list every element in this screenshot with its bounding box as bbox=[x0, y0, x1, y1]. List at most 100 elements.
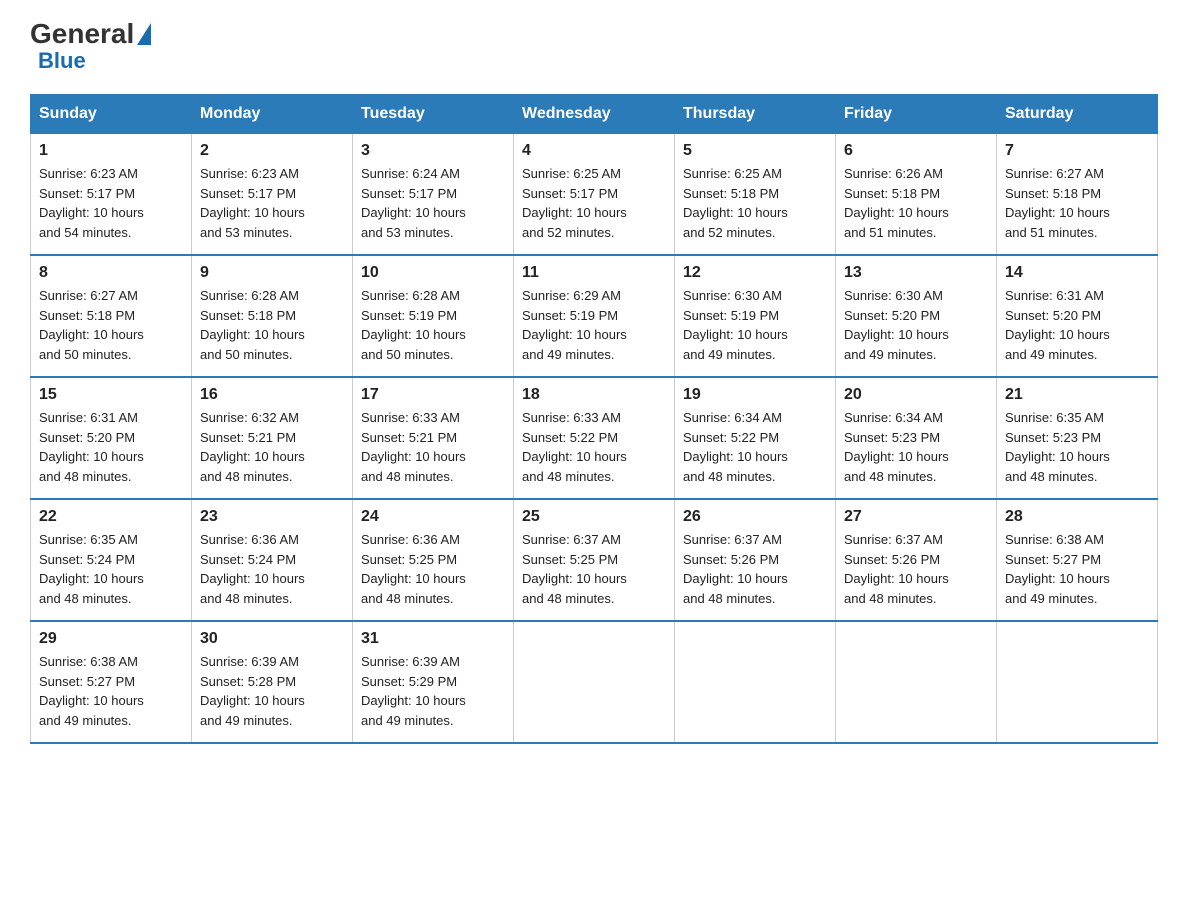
calendar-cell: 24 Sunrise: 6:36 AM Sunset: 5:25 PM Dayl… bbox=[353, 499, 514, 621]
calendar-cell: 16 Sunrise: 6:32 AM Sunset: 5:21 PM Dayl… bbox=[192, 377, 353, 499]
calendar-cell: 21 Sunrise: 6:35 AM Sunset: 5:23 PM Dayl… bbox=[997, 377, 1158, 499]
day-info: Sunrise: 6:25 AM Sunset: 5:18 PM Dayligh… bbox=[683, 164, 827, 242]
week-row-4: 22 Sunrise: 6:35 AM Sunset: 5:24 PM Dayl… bbox=[31, 499, 1158, 621]
day-info: Sunrise: 6:25 AM Sunset: 5:17 PM Dayligh… bbox=[522, 164, 666, 242]
calendar-cell bbox=[675, 621, 836, 743]
day-info: Sunrise: 6:33 AM Sunset: 5:21 PM Dayligh… bbox=[361, 408, 505, 486]
day-info: Sunrise: 6:35 AM Sunset: 5:23 PM Dayligh… bbox=[1005, 408, 1149, 486]
day-info: Sunrise: 6:23 AM Sunset: 5:17 PM Dayligh… bbox=[200, 164, 344, 242]
day-info: Sunrise: 6:31 AM Sunset: 5:20 PM Dayligh… bbox=[39, 408, 183, 486]
day-info: Sunrise: 6:29 AM Sunset: 5:19 PM Dayligh… bbox=[522, 286, 666, 364]
calendar-cell: 7 Sunrise: 6:27 AM Sunset: 5:18 PM Dayli… bbox=[997, 134, 1158, 256]
calendar-body: 1 Sunrise: 6:23 AM Sunset: 5:17 PM Dayli… bbox=[31, 134, 1158, 744]
calendar-cell: 6 Sunrise: 6:26 AM Sunset: 5:18 PM Dayli… bbox=[836, 134, 997, 256]
day-number: 17 bbox=[361, 386, 505, 404]
week-row-3: 15 Sunrise: 6:31 AM Sunset: 5:20 PM Dayl… bbox=[31, 377, 1158, 499]
day-info: Sunrise: 6:34 AM Sunset: 5:23 PM Dayligh… bbox=[844, 408, 988, 486]
calendar-cell: 30 Sunrise: 6:39 AM Sunset: 5:28 PM Dayl… bbox=[192, 621, 353, 743]
calendar-cell: 26 Sunrise: 6:37 AM Sunset: 5:26 PM Dayl… bbox=[675, 499, 836, 621]
calendar-cell: 29 Sunrise: 6:38 AM Sunset: 5:27 PM Dayl… bbox=[31, 621, 192, 743]
week-row-5: 29 Sunrise: 6:38 AM Sunset: 5:27 PM Dayl… bbox=[31, 621, 1158, 743]
day-number: 6 bbox=[844, 142, 988, 160]
logo-blue-text: Blue bbox=[38, 48, 86, 74]
calendar-cell: 25 Sunrise: 6:37 AM Sunset: 5:25 PM Dayl… bbox=[514, 499, 675, 621]
day-number: 14 bbox=[1005, 264, 1149, 282]
header-cell-saturday: Saturday bbox=[997, 95, 1158, 134]
week-row-1: 1 Sunrise: 6:23 AM Sunset: 5:17 PM Dayli… bbox=[31, 134, 1158, 256]
day-number: 3 bbox=[361, 142, 505, 160]
header-row: SundayMondayTuesdayWednesdayThursdayFrid… bbox=[31, 95, 1158, 134]
calendar-cell bbox=[997, 621, 1158, 743]
day-number: 27 bbox=[844, 508, 988, 526]
day-info: Sunrise: 6:34 AM Sunset: 5:22 PM Dayligh… bbox=[683, 408, 827, 486]
day-number: 11 bbox=[522, 264, 666, 282]
calendar-cell: 2 Sunrise: 6:23 AM Sunset: 5:17 PM Dayli… bbox=[192, 134, 353, 256]
day-number: 31 bbox=[361, 630, 505, 648]
day-number: 29 bbox=[39, 630, 183, 648]
day-info: Sunrise: 6:38 AM Sunset: 5:27 PM Dayligh… bbox=[1005, 530, 1149, 608]
day-number: 16 bbox=[200, 386, 344, 404]
day-number: 21 bbox=[1005, 386, 1149, 404]
day-number: 9 bbox=[200, 264, 344, 282]
day-info: Sunrise: 6:30 AM Sunset: 5:20 PM Dayligh… bbox=[844, 286, 988, 364]
calendar-cell: 14 Sunrise: 6:31 AM Sunset: 5:20 PM Dayl… bbox=[997, 255, 1158, 377]
calendar-cell: 10 Sunrise: 6:28 AM Sunset: 5:19 PM Dayl… bbox=[353, 255, 514, 377]
calendar-cell: 8 Sunrise: 6:27 AM Sunset: 5:18 PM Dayli… bbox=[31, 255, 192, 377]
header-cell-monday: Monday bbox=[192, 95, 353, 134]
day-info: Sunrise: 6:33 AM Sunset: 5:22 PM Dayligh… bbox=[522, 408, 666, 486]
day-number: 13 bbox=[844, 264, 988, 282]
day-info: Sunrise: 6:36 AM Sunset: 5:24 PM Dayligh… bbox=[200, 530, 344, 608]
day-info: Sunrise: 6:28 AM Sunset: 5:19 PM Dayligh… bbox=[361, 286, 505, 364]
day-number: 5 bbox=[683, 142, 827, 160]
day-info: Sunrise: 6:39 AM Sunset: 5:28 PM Dayligh… bbox=[200, 652, 344, 730]
day-number: 23 bbox=[200, 508, 344, 526]
calendar-cell: 15 Sunrise: 6:31 AM Sunset: 5:20 PM Dayl… bbox=[31, 377, 192, 499]
week-row-2: 8 Sunrise: 6:27 AM Sunset: 5:18 PM Dayli… bbox=[31, 255, 1158, 377]
calendar-cell: 18 Sunrise: 6:33 AM Sunset: 5:22 PM Dayl… bbox=[514, 377, 675, 499]
day-number: 19 bbox=[683, 386, 827, 404]
day-info: Sunrise: 6:31 AM Sunset: 5:20 PM Dayligh… bbox=[1005, 286, 1149, 364]
logo-general-text: General bbox=[30, 20, 134, 48]
day-number: 26 bbox=[683, 508, 827, 526]
day-info: Sunrise: 6:37 AM Sunset: 5:25 PM Dayligh… bbox=[522, 530, 666, 608]
calendar-cell: 5 Sunrise: 6:25 AM Sunset: 5:18 PM Dayli… bbox=[675, 134, 836, 256]
day-number: 12 bbox=[683, 264, 827, 282]
calendar-cell: 19 Sunrise: 6:34 AM Sunset: 5:22 PM Dayl… bbox=[675, 377, 836, 499]
day-info: Sunrise: 6:27 AM Sunset: 5:18 PM Dayligh… bbox=[39, 286, 183, 364]
day-number: 25 bbox=[522, 508, 666, 526]
day-number: 28 bbox=[1005, 508, 1149, 526]
day-info: Sunrise: 6:36 AM Sunset: 5:25 PM Dayligh… bbox=[361, 530, 505, 608]
logo-triangle-icon bbox=[137, 23, 151, 45]
day-number: 15 bbox=[39, 386, 183, 404]
day-number: 18 bbox=[522, 386, 666, 404]
day-info: Sunrise: 6:39 AM Sunset: 5:29 PM Dayligh… bbox=[361, 652, 505, 730]
calendar-cell bbox=[836, 621, 997, 743]
day-info: Sunrise: 6:30 AM Sunset: 5:19 PM Dayligh… bbox=[683, 286, 827, 364]
header-cell-thursday: Thursday bbox=[675, 95, 836, 134]
calendar-cell: 20 Sunrise: 6:34 AM Sunset: 5:23 PM Dayl… bbox=[836, 377, 997, 499]
day-info: Sunrise: 6:23 AM Sunset: 5:17 PM Dayligh… bbox=[39, 164, 183, 242]
page-header: General Blue bbox=[30, 20, 1158, 74]
day-info: Sunrise: 6:37 AM Sunset: 5:26 PM Dayligh… bbox=[844, 530, 988, 608]
day-info: Sunrise: 6:28 AM Sunset: 5:18 PM Dayligh… bbox=[200, 286, 344, 364]
day-number: 8 bbox=[39, 264, 183, 282]
header-cell-friday: Friday bbox=[836, 95, 997, 134]
calendar-cell: 9 Sunrise: 6:28 AM Sunset: 5:18 PM Dayli… bbox=[192, 255, 353, 377]
day-info: Sunrise: 6:24 AM Sunset: 5:17 PM Dayligh… bbox=[361, 164, 505, 242]
calendar-cell: 31 Sunrise: 6:39 AM Sunset: 5:29 PM Dayl… bbox=[353, 621, 514, 743]
calendar-cell: 1 Sunrise: 6:23 AM Sunset: 5:17 PM Dayli… bbox=[31, 134, 192, 256]
calendar-cell: 28 Sunrise: 6:38 AM Sunset: 5:27 PM Dayl… bbox=[997, 499, 1158, 621]
day-info: Sunrise: 6:26 AM Sunset: 5:18 PM Dayligh… bbox=[844, 164, 988, 242]
day-number: 30 bbox=[200, 630, 344, 648]
day-info: Sunrise: 6:37 AM Sunset: 5:26 PM Dayligh… bbox=[683, 530, 827, 608]
calendar-cell: 22 Sunrise: 6:35 AM Sunset: 5:24 PM Dayl… bbox=[31, 499, 192, 621]
calendar-cell: 12 Sunrise: 6:30 AM Sunset: 5:19 PM Dayl… bbox=[675, 255, 836, 377]
calendar-cell: 3 Sunrise: 6:24 AM Sunset: 5:17 PM Dayli… bbox=[353, 134, 514, 256]
day-number: 20 bbox=[844, 386, 988, 404]
day-number: 10 bbox=[361, 264, 505, 282]
day-info: Sunrise: 6:27 AM Sunset: 5:18 PM Dayligh… bbox=[1005, 164, 1149, 242]
header-cell-sunday: Sunday bbox=[31, 95, 192, 134]
day-number: 4 bbox=[522, 142, 666, 160]
day-info: Sunrise: 6:38 AM Sunset: 5:27 PM Dayligh… bbox=[39, 652, 183, 730]
calendar-cell: 13 Sunrise: 6:30 AM Sunset: 5:20 PM Dayl… bbox=[836, 255, 997, 377]
